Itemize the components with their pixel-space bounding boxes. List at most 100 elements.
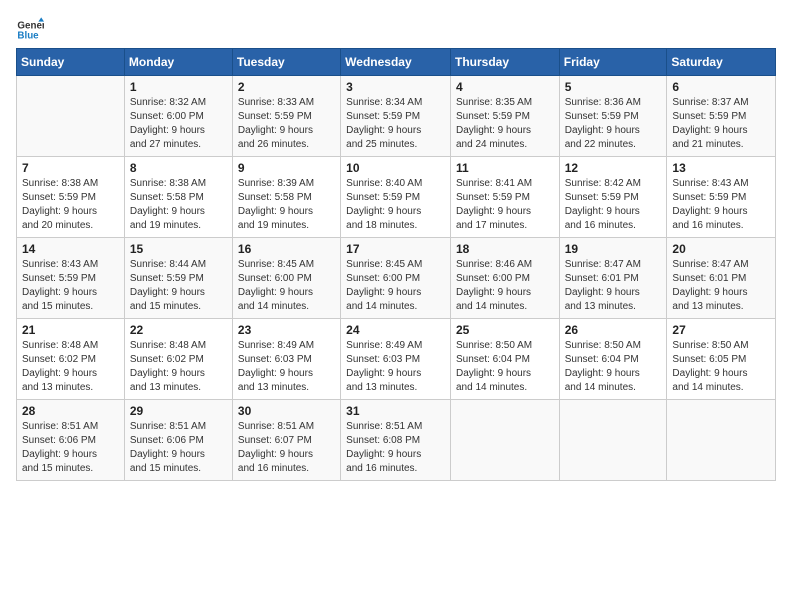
day-info: Sunrise: 8:49 AMSunset: 6:03 PMDaylight:… <box>238 339 335 395</box>
calendar-cell: 19Sunrise: 8:47 AMSunset: 6:01 PMDayligh… <box>559 238 667 319</box>
calendar-cell: 28 Sunrise: 8:51 AMSunset: 6:06 PMDayligh… <box>17 400 125 481</box>
week-row-2: 7 Sunrise: 8:38 AMSunset: 5:59 PMDaylight… <box>17 157 776 238</box>
logo: General Blue <box>16 16 44 44</box>
day-number: 16 <box>238 242 335 256</box>
calendar-cell: 23 Sunrise: 8:49 AMSunset: 6:03 PMDayligh… <box>232 319 340 400</box>
day-info: Sunrise: 8:51 AMSunset: 6:08 PMDaylight:… <box>346 420 445 476</box>
day-number: 1 <box>130 80 227 94</box>
day-info: Sunrise: 8:47 AMSunset: 6:01 PMDaylight:… <box>565 258 662 314</box>
calendar-cell: 2 Sunrise: 8:33 AMSunset: 5:59 PMDaylight… <box>232 76 340 157</box>
day-number: 31 <box>346 404 445 418</box>
calendar-cell: 13 Sunrise: 8:43 AMSunset: 5:59 PMDayligh… <box>667 157 776 238</box>
header-wednesday: Wednesday <box>341 49 451 76</box>
calendar-cell: 30 Sunrise: 8:51 AMSunset: 6:07 PMDayligh… <box>232 400 340 481</box>
calendar-cell: 26 Sunrise: 8:50 AMSunset: 6:04 PMDayligh… <box>559 319 667 400</box>
calendar-cell: 9Sunrise: 8:39 AMSunset: 5:58 PMDaylight… <box>232 157 340 238</box>
calendar-cell: 31 Sunrise: 8:51 AMSunset: 6:08 PMDayligh… <box>341 400 451 481</box>
day-info: Sunrise: 8:43 AMSunset: 5:59 PMDaylight:… <box>672 177 770 233</box>
calendar-cell: 14Sunrise: 8:43 AMSunset: 5:59 PMDayligh… <box>17 238 125 319</box>
calendar-cell: 16 Sunrise: 8:45 AMSunset: 6:00 PMDayligh… <box>232 238 340 319</box>
header-tuesday: Tuesday <box>232 49 340 76</box>
week-row-1: 1 Sunrise: 8:32 AMSunset: 6:00 PMDaylight… <box>17 76 776 157</box>
day-info: Sunrise: 8:32 AMSunset: 6:00 PMDaylight:… <box>130 96 227 152</box>
day-number: 21 <box>22 323 119 337</box>
page-header: General Blue <box>16 16 776 44</box>
calendar-cell: 10Sunrise: 8:40 AMSunset: 5:59 PMDayligh… <box>341 157 451 238</box>
day-info: Sunrise: 8:37 AMSunset: 5:59 PMDaylight:… <box>672 96 770 152</box>
day-number: 13 <box>672 161 770 175</box>
calendar-body: 1 Sunrise: 8:32 AMSunset: 6:00 PMDaylight… <box>17 76 776 481</box>
day-number: 25 <box>456 323 554 337</box>
calendar-cell: 1 Sunrise: 8:32 AMSunset: 6:00 PMDaylight… <box>124 76 232 157</box>
week-row-3: 14Sunrise: 8:43 AMSunset: 5:59 PMDayligh… <box>17 238 776 319</box>
calendar-cell: 20Sunrise: 8:47 AMSunset: 6:01 PMDayligh… <box>667 238 776 319</box>
day-info: Sunrise: 8:45 AMSunset: 6:00 PMDaylight:… <box>346 258 445 314</box>
day-number: 26 <box>565 323 662 337</box>
header-row: SundayMondayTuesdayWednesdayThursdayFrid… <box>17 49 776 76</box>
calendar-cell <box>667 400 776 481</box>
day-info: Sunrise: 8:35 AMSunset: 5:59 PMDaylight:… <box>456 96 554 152</box>
calendar-cell: 3 Sunrise: 8:34 AMSunset: 5:59 PMDaylight… <box>341 76 451 157</box>
day-number: 5 <box>565 80 662 94</box>
day-number: 27 <box>672 323 770 337</box>
day-info: Sunrise: 8:51 AMSunset: 6:07 PMDaylight:… <box>238 420 335 476</box>
day-info: Sunrise: 8:41 AMSunset: 5:59 PMDaylight:… <box>456 177 554 233</box>
calendar-cell: 4 Sunrise: 8:35 AMSunset: 5:59 PMDaylight… <box>450 76 559 157</box>
calendar-cell <box>450 400 559 481</box>
day-info: Sunrise: 8:48 AMSunset: 6:02 PMDaylight:… <box>130 339 227 395</box>
day-number: 11 <box>456 161 554 175</box>
day-info: Sunrise: 8:33 AMSunset: 5:59 PMDaylight:… <box>238 96 335 152</box>
day-info: Sunrise: 8:51 AMSunset: 6:06 PMDaylight:… <box>22 420 119 476</box>
day-info: Sunrise: 8:44 AMSunset: 5:59 PMDaylight:… <box>130 258 227 314</box>
day-number: 24 <box>346 323 445 337</box>
day-info: Sunrise: 8:48 AMSunset: 6:02 PMDaylight:… <box>22 339 119 395</box>
calendar-cell: 22Sunrise: 8:48 AMSunset: 6:02 PMDayligh… <box>124 319 232 400</box>
calendar-cell: 18 Sunrise: 8:46 AMSunset: 6:00 PMDayligh… <box>450 238 559 319</box>
day-number: 4 <box>456 80 554 94</box>
day-number: 3 <box>346 80 445 94</box>
calendar-cell: 29Sunrise: 8:51 AMSunset: 6:06 PMDayligh… <box>124 400 232 481</box>
calendar-cell: 11 Sunrise: 8:41 AMSunset: 5:59 PMDayligh… <box>450 157 559 238</box>
day-number: 28 <box>22 404 119 418</box>
day-number: 9 <box>238 161 335 175</box>
day-info: Sunrise: 8:50 AMSunset: 6:05 PMDaylight:… <box>672 339 770 395</box>
calendar-cell: 6 Sunrise: 8:37 AMSunset: 5:59 PMDaylight… <box>667 76 776 157</box>
day-number: 2 <box>238 80 335 94</box>
day-info: Sunrise: 8:46 AMSunset: 6:00 PMDaylight:… <box>456 258 554 314</box>
svg-text:Blue: Blue <box>17 30 39 41</box>
calendar-cell: 17Sunrise: 8:45 AMSunset: 6:00 PMDayligh… <box>341 238 451 319</box>
calendar-cell: 25 Sunrise: 8:50 AMSunset: 6:04 PMDayligh… <box>450 319 559 400</box>
calendar-cell: 24 Sunrise: 8:49 AMSunset: 6:03 PMDayligh… <box>341 319 451 400</box>
calendar-cell: 12 Sunrise: 8:42 AMSunset: 5:59 PMDayligh… <box>559 157 667 238</box>
day-info: Sunrise: 8:34 AMSunset: 5:59 PMDaylight:… <box>346 96 445 152</box>
week-row-5: 28 Sunrise: 8:51 AMSunset: 6:06 PMDayligh… <box>17 400 776 481</box>
day-info: Sunrise: 8:38 AMSunset: 5:58 PMDaylight:… <box>130 177 227 233</box>
day-number: 15 <box>130 242 227 256</box>
header-saturday: Saturday <box>667 49 776 76</box>
day-info: Sunrise: 8:50 AMSunset: 6:04 PMDaylight:… <box>565 339 662 395</box>
header-thursday: Thursday <box>450 49 559 76</box>
day-info: Sunrise: 8:42 AMSunset: 5:59 PMDaylight:… <box>565 177 662 233</box>
logo-icon: General Blue <box>16 16 44 44</box>
day-number: 20 <box>672 242 770 256</box>
calendar-cell: 15 Sunrise: 8:44 AMSunset: 5:59 PMDayligh… <box>124 238 232 319</box>
day-number: 23 <box>238 323 335 337</box>
day-number: 18 <box>456 242 554 256</box>
calendar-table: SundayMondayTuesdayWednesdayThursdayFrid… <box>16 48 776 481</box>
day-number: 8 <box>130 161 227 175</box>
calendar-cell: 21 Sunrise: 8:48 AMSunset: 6:02 PMDayligh… <box>17 319 125 400</box>
day-info: Sunrise: 8:38 AMSunset: 5:59 PMDaylight:… <box>22 177 119 233</box>
day-info: Sunrise: 8:45 AMSunset: 6:00 PMDaylight:… <box>238 258 335 314</box>
calendar-cell: 8 Sunrise: 8:38 AMSunset: 5:58 PMDaylight… <box>124 157 232 238</box>
day-number: 7 <box>22 161 119 175</box>
calendar-cell: 5Sunrise: 8:36 AMSunset: 5:59 PMDaylight… <box>559 76 667 157</box>
day-number: 12 <box>565 161 662 175</box>
day-info: Sunrise: 8:50 AMSunset: 6:04 PMDaylight:… <box>456 339 554 395</box>
day-number: 6 <box>672 80 770 94</box>
day-info: Sunrise: 8:40 AMSunset: 5:59 PMDaylight:… <box>346 177 445 233</box>
header-sunday: Sunday <box>17 49 125 76</box>
header-friday: Friday <box>559 49 667 76</box>
day-info: Sunrise: 8:49 AMSunset: 6:03 PMDaylight:… <box>346 339 445 395</box>
day-number: 30 <box>238 404 335 418</box>
day-info: Sunrise: 8:51 AMSunset: 6:06 PMDaylight:… <box>130 420 227 476</box>
